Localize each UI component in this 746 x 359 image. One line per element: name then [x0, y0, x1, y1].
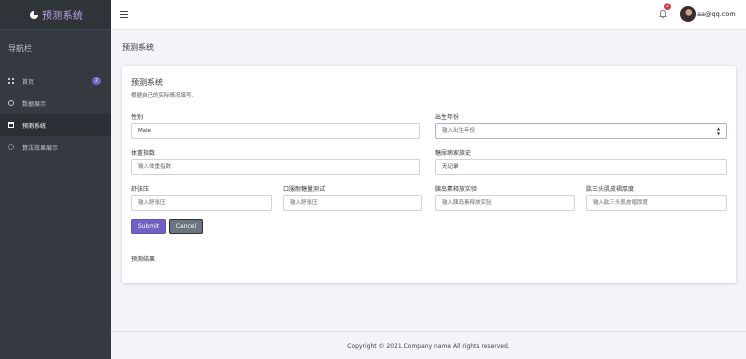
sidebar-item-prediction-system[interactable]: 预测系统 — [0, 114, 111, 136]
sidebar-item-home[interactable]: 首页 2 — [0, 70, 111, 92]
sidebar: 预测系统 导航栏 首页 2 数据展示 预测系统 算法效果展示 — [0, 0, 111, 359]
triceps-label: 肱三头肌皮褶厚度 — [586, 186, 635, 193]
diastolic-input[interactable]: 输入舒张压 — [131, 195, 272, 211]
birth-year-input[interactable]: 输入出生年份 ▲ ▼ — [435, 123, 727, 139]
gender-select[interactable]: Male — [131, 123, 420, 139]
brand-logo-icon — [30, 10, 38, 19]
insulin-label: 胰岛素释放实验 — [435, 186, 478, 193]
prediction-form-card: 预测系统 根据自己的实际情况填写. 性别 Male 出生年份 输入出生年份 ▲ ▼… — [122, 66, 736, 283]
card-subtitle: 根据自己的实际情况填写. — [131, 93, 194, 99]
birth-year-label: 出生年份 — [435, 114, 460, 121]
circle-icon — [8, 100, 14, 106]
number-stepper-icon[interactable]: ▲ ▼ — [716, 126, 721, 136]
sidebar-item-label: 预测系统 — [22, 122, 47, 130]
sidebar-item-label: 首页 — [22, 78, 35, 86]
submit-button[interactable]: Submit — [131, 219, 166, 234]
gear-icon — [8, 144, 14, 150]
family-history-label: 糖尿病家族史 — [435, 150, 472, 157]
prediction-result-label: 预测结果 — [131, 256, 156, 263]
page-title: 预测系统 — [122, 43, 154, 52]
sidebar-item-data-display[interactable]: 数据展示 — [0, 92, 111, 114]
bmi-input[interactable]: 输入体重指数 — [131, 159, 420, 175]
notification-badge: 2 — [664, 3, 671, 10]
cancel-button[interactable]: Cancel — [169, 219, 203, 234]
sidebar-item-badge: 2 — [91, 77, 101, 85]
diastolic-label: 舒张压 — [131, 186, 150, 193]
brand-title: 预测系统 — [42, 11, 84, 22]
brand[interactable]: 预测系统 — [0, 0, 111, 30]
sidebar-item-algorithm-effect[interactable]: 算法效果展示 — [0, 136, 111, 158]
grid-icon — [8, 78, 14, 84]
sidebar-header: 导航栏 — [8, 44, 32, 53]
card-title: 预测系统 — [131, 78, 163, 87]
sidebar-item-label: 算法效果展示 — [22, 144, 59, 152]
top-navbar: 2 aa@qq.com — [111, 0, 746, 30]
user-email[interactable]: aa@qq.com — [697, 10, 736, 18]
family-history-select[interactable]: 无记录 — [435, 159, 727, 175]
footer-copyright: Copyright © 2021.Company name All rights… — [347, 343, 510, 350]
triceps-input[interactable]: 输入肱三头肌皮褶厚度 — [586, 195, 727, 211]
sidebar-item-label: 数据展示 — [22, 100, 47, 108]
ogtt-input[interactable]: 输入舒张压 — [283, 195, 422, 211]
ogtt-label: 口服耐糖量测试 — [283, 186, 326, 193]
birth-year-placeholder: 输入出生年份 — [442, 128, 476, 134]
gender-label: 性别 — [131, 114, 144, 121]
avatar[interactable] — [680, 6, 696, 22]
insulin-input[interactable]: 输入胰岛素释放实验 — [435, 195, 575, 211]
calendar-icon — [8, 122, 14, 128]
bmi-label: 体重指数 — [131, 150, 156, 157]
bell-icon[interactable] — [659, 9, 667, 19]
menu-toggle-icon[interactable] — [120, 11, 128, 18]
footer: Copyright © 2021.Company name All rights… — [111, 331, 746, 359]
